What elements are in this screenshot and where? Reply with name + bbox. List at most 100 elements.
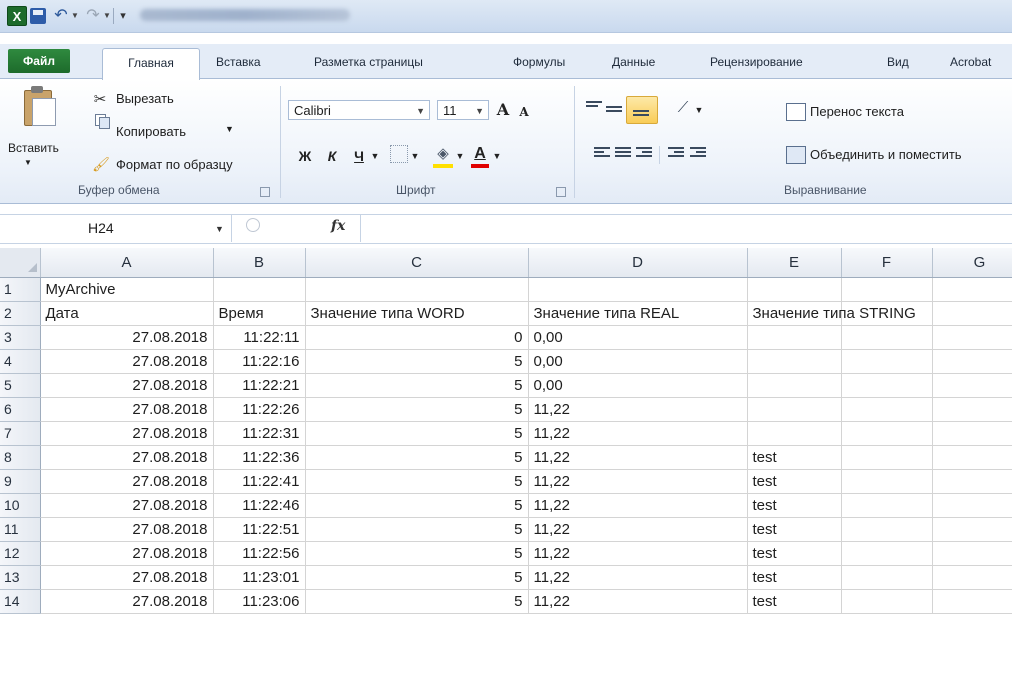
paste-button[interactable]: Вставить [8,141,59,155]
increase-indent-icon[interactable] [690,147,706,159]
copy-button[interactable]: Копировать [116,124,186,139]
font-launcher-icon[interactable] [556,187,566,197]
cell-b5[interactable]: 11:22:21 [213,373,306,398]
cell-e3[interactable] [747,325,842,350]
tab-review[interactable]: Рецензирование [710,52,803,72]
cell-d11[interactable]: 11,22 [528,517,748,542]
name-box-dropdown-icon[interactable]: ▼ [215,224,224,234]
cell-g7[interactable] [932,421,1012,446]
align-center-icon[interactable] [615,147,631,159]
cell-b4[interactable]: 11:22:16 [213,349,306,374]
cell-d1[interactable] [528,277,748,302]
cell-d12[interactable]: 11,22 [528,541,748,566]
orientation-icon[interactable]: ⟋ [672,98,694,118]
cell-e10[interactable]: test [747,493,842,518]
cell-a11[interactable]: 27.08.2018 [40,517,214,542]
cell-d7[interactable]: 11,22 [528,421,748,446]
cell-c7[interactable]: 5 [305,421,529,446]
tab-acrobat[interactable]: Acrobat [950,52,991,72]
customize-quick-access-icon[interactable]: ▾ [118,4,128,26]
row-header[interactable]: 2 [0,301,41,326]
cell-c1[interactable] [305,277,529,302]
cell-e12[interactable]: test [747,541,842,566]
cell-b9[interactable]: 11:22:41 [213,469,306,494]
tab-page-layout[interactable]: Разметка страницы [314,52,423,72]
cell-a12[interactable]: 27.08.2018 [40,541,214,566]
cell-d9[interactable]: 11,22 [528,469,748,494]
cell-f3[interactable] [841,325,933,350]
scissors-icon[interactable]: ✂ [92,91,108,108]
cell-f1[interactable] [841,277,933,302]
row-header[interactable]: 10 [0,493,41,518]
tab-data[interactable]: Данные [612,52,655,72]
underline-dropdown-icon[interactable]: ▼ [370,146,380,166]
copy-icon[interactable] [95,114,110,129]
cell-a14[interactable]: 27.08.2018 [40,589,214,614]
font-size-combo[interactable]: 11 ▼ [437,100,489,120]
cell-b13[interactable]: 11:23:01 [213,565,306,590]
font-color-dropdown-icon[interactable]: ▼ [492,146,502,166]
cell-a4[interactable]: 27.08.2018 [40,349,214,374]
cell-c10[interactable]: 5 [305,493,529,518]
cell-g8[interactable] [932,445,1012,470]
row-header[interactable]: 6 [0,397,41,422]
cell-e8[interactable]: test [747,445,842,470]
tab-file[interactable]: Файл [8,49,70,73]
select-all-corner[interactable] [0,248,41,278]
row-header[interactable]: 13 [0,565,41,590]
font-name-combo[interactable]: Calibri ▼ [288,100,430,120]
cell-g1[interactable] [932,277,1012,302]
cell-g5[interactable] [932,373,1012,398]
cut-button[interactable]: Вырезать [116,91,174,106]
cell-f10[interactable] [841,493,933,518]
cell-b6[interactable]: 11:22:26 [213,397,306,422]
clipboard-launcher-icon[interactable] [260,187,270,197]
undo-dropdown-icon[interactable]: ▼ [71,4,79,26]
cell-b3[interactable]: 11:22:11 [213,325,306,350]
row-header[interactable]: 5 [0,373,41,398]
cell-c11[interactable]: 5 [305,517,529,542]
cell-c4[interactable]: 5 [305,349,529,374]
align-left-icon[interactable] [594,147,610,159]
column-header-g[interactable]: G [932,248,1012,278]
align-right-icon[interactable] [636,147,652,159]
cell-b12[interactable]: 11:22:56 [213,541,306,566]
cell-g14[interactable] [932,589,1012,614]
row-header[interactable]: 4 [0,349,41,374]
merge-center-icon[interactable] [786,146,806,164]
undo-icon[interactable]: ↶ [52,4,70,26]
font-color-button[interactable]: A [470,144,490,164]
worksheet-grid[interactable]: ABCDEFG 1 MyArchive 2 Дата Время Значение тип… [0,248,1012,677]
cell-d6[interactable]: 11,22 [528,397,748,422]
cell-g11[interactable] [932,517,1012,542]
cell-e11[interactable]: test [747,517,842,542]
column-header-b[interactable]: B [213,248,306,278]
cell-e9[interactable]: test [747,469,842,494]
cell-d13[interactable]: 11,22 [528,565,748,590]
cell-a5[interactable]: 27.08.2018 [40,373,214,398]
tab-insert[interactable]: Вставка [216,52,261,72]
cell-a7[interactable]: 27.08.2018 [40,421,214,446]
format-painter-icon[interactable]: 🖌 [92,156,110,172]
cell-g2[interactable] [932,301,1012,326]
redo-icon[interactable]: ↷ [84,4,102,26]
column-header-d[interactable]: D [528,248,748,278]
wrap-text-button[interactable]: Перенос текста [810,104,904,119]
fill-color-dropdown-icon[interactable]: ▼ [455,146,465,166]
cell-g13[interactable] [932,565,1012,590]
cell-e2[interactable]: Значение типа STRING [747,301,916,326]
shrink-font-button[interactable]: A [514,102,534,122]
insert-function-button[interactable]: fx [331,218,345,234]
column-header-f[interactable]: F [841,248,933,278]
cell-e6[interactable] [747,397,842,422]
cell-a1[interactable]: MyArchive [40,277,214,302]
bold-button[interactable]: Ж [295,146,315,166]
row-header[interactable]: 9 [0,469,41,494]
borders-icon[interactable] [390,145,408,163]
cell-f4[interactable] [841,349,933,374]
formula-input[interactable] [366,220,996,236]
cell-g10[interactable] [932,493,1012,518]
cell-c14[interactable]: 5 [305,589,529,614]
cell-d2[interactable]: Значение типа REAL [528,301,748,326]
cell-d8[interactable]: 11,22 [528,445,748,470]
